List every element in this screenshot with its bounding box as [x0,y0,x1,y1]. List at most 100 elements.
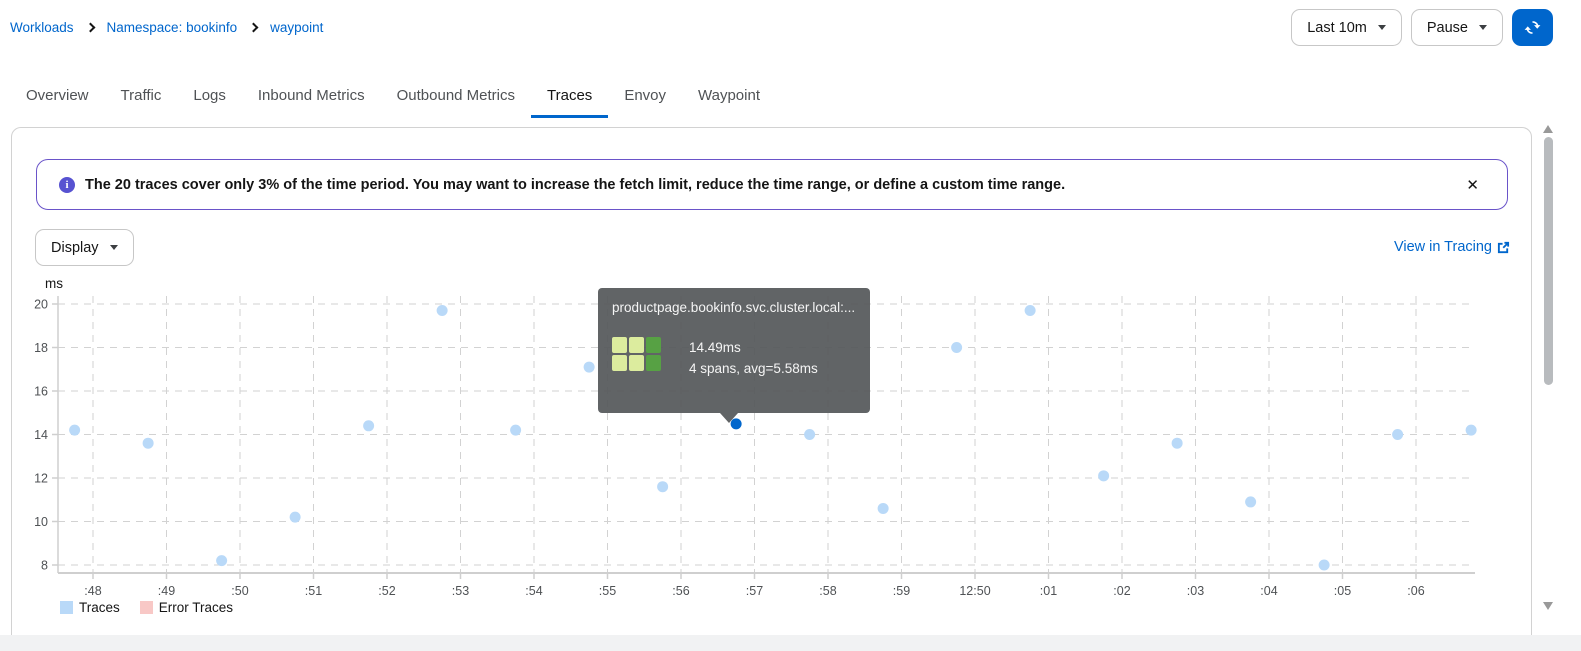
tab-logs[interactable]: Logs [177,78,242,118]
trace-point[interactable] [142,437,154,449]
span-heatmap-chips [612,337,661,371]
tab-traces[interactable]: Traces [531,78,609,118]
trace-duration: 14.49ms [689,340,741,355]
x-tick-label: :51 [305,584,322,598]
alert-close-button[interactable]: ✕ [1460,172,1485,198]
x-tick-label: :53 [452,584,469,598]
legend-swatch-traces [60,601,73,614]
trace-point[interactable] [510,424,522,436]
chevron-down-icon [1479,25,1487,30]
trace-point[interactable] [1392,429,1404,440]
tab-outbound-metrics[interactable]: Outbound Metrics [381,78,531,118]
chevron-right-icon [85,22,95,33]
chevron-down-icon [109,245,118,250]
x-tick-label: 12:50 [959,584,990,598]
x-tick-label: :02 [1113,584,1130,598]
trace-point[interactable] [657,481,669,493]
trace-tooltip-title: productpage.bookinfo.svc.cluster.local:.… [612,300,856,315]
scrollbar-down-arrow[interactable] [1543,602,1553,610]
x-tick-label: :49 [158,584,175,598]
x-tick-label: :03 [1187,584,1204,598]
breadcrumb-item-workloads[interactable]: Workloads [10,20,74,35]
span-chip [629,355,644,371]
duration-dropdown[interactable]: Last 10m [1291,9,1402,46]
trace-point[interactable] [877,502,889,514]
legend-label: Traces [79,600,120,615]
info-circle-icon: i [59,176,75,193]
x-tick-label: :50 [231,584,248,598]
breadcrumb-item-namespace-bookinfo[interactable]: Namespace: bookinfo [107,20,238,35]
trace-point[interactable] [1245,496,1257,508]
y-tick-label: 20 [34,298,48,312]
scrollbar-up-arrow[interactable] [1543,125,1553,133]
trace-point[interactable] [583,361,595,373]
trace-point[interactable] [1318,559,1330,571]
sync-icon [1524,21,1541,34]
legend-swatch-error-traces [139,601,153,614]
span-chip [612,337,627,353]
x-tick-label: :55 [599,584,616,598]
y-tick-label: 14 [34,428,48,442]
y-tick-label: 10 [34,515,48,529]
display-dropdown[interactable]: Display [35,229,134,266]
y-tick-label: 18 [34,341,48,355]
alert-message: The 20 traces cover only 3% of the time … [85,176,1066,193]
tab-overview[interactable]: Overview [10,78,105,118]
duration-dropdown-label: Last 10m [1307,19,1367,36]
scrollbar-thumb[interactable] [1544,137,1553,385]
legend-item-traces: Traces [60,600,120,615]
tab-traffic[interactable]: Traffic [105,78,178,118]
refresh-button[interactable] [1512,9,1553,46]
trace-point[interactable] [804,429,816,440]
workload-tabs: Overview Traffic Logs Inbound Metrics Outbou… [10,78,776,118]
x-tick-label: :06 [1407,584,1424,598]
trace-point[interactable] [951,342,963,353]
x-tick-label: :04 [1260,584,1277,598]
breadcrumb-item-waypoint[interactable]: waypoint [270,20,323,35]
span-chip [629,337,644,353]
chevron-down-icon [1377,25,1386,30]
external-link-icon [1497,241,1510,253]
y-axis-unit-label: ms [45,276,63,291]
span-chip [646,355,661,371]
x-tick-label: :59 [893,584,910,598]
trace-point[interactable] [1024,305,1036,317]
tab-envoy[interactable]: Envoy [608,78,682,118]
view-in-tracing-link[interactable]: View in Tracing [1394,239,1510,255]
x-tick-label: :52 [378,584,395,598]
tab-waypoint[interactable]: Waypoint [682,78,776,118]
trace-point[interactable] [1098,470,1110,482]
chevron-right-icon [248,22,259,33]
pause-dropdown-label: Pause [1426,19,1468,36]
x-tick-label: :01 [1040,584,1057,598]
close-icon: ✕ [1466,176,1479,194]
span-chip [612,355,627,371]
trace-point[interactable] [69,424,81,436]
pause-dropdown[interactable]: Pause [1410,9,1503,46]
trace-point[interactable] [289,511,301,523]
y-tick-label: 16 [34,385,48,399]
bottom-scroll-area [0,635,1581,651]
x-tick-label: :54 [525,584,542,598]
refresh-toolbar: Last 10m Pause [1291,9,1553,46]
trace-point[interactable] [363,420,375,432]
trace-point[interactable] [436,305,448,317]
span-chip [646,337,661,353]
x-tick-label: :58 [819,584,836,598]
trace-point[interactable] [1171,437,1183,449]
view-in-tracing-label: View in Tracing [1393,239,1492,255]
trace-point[interactable] [1465,424,1477,436]
x-tick-label: :57 [746,584,763,598]
trace-point[interactable] [216,555,228,567]
tooltip-caret [720,413,738,423]
y-tick-label: 8 [41,559,48,573]
x-tick-label: :56 [672,584,689,598]
tab-inbound-metrics[interactable]: Inbound Metrics [242,78,381,118]
x-tick-label: :48 [84,584,101,598]
display-dropdown-label: Display [51,239,99,256]
info-alert: i The 20 traces cover only 3% of the tim… [36,159,1508,210]
legend-item-error-traces: Error Traces [139,600,233,615]
breadcrumb: Workloads Namespace: bookinfo waypoint [10,20,323,35]
x-tick-label: :05 [1334,584,1351,598]
trace-spans-summary: 4 spans, avg=5.58ms [689,361,818,376]
